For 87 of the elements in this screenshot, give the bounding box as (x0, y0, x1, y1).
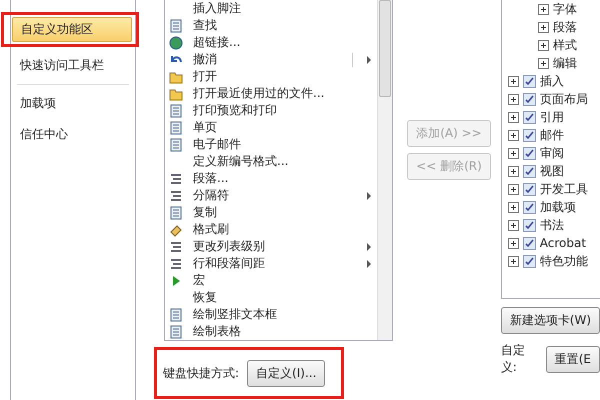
command-item[interactable]: 打开最近使用过的文件... (165, 85, 378, 102)
tree-item[interactable]: 审阅 (502, 144, 600, 162)
scroll-thumb[interactable] (379, 0, 392, 97)
tree-item[interactable]: 特色功能 (502, 252, 600, 270)
command-item[interactable]: 宏 (165, 272, 378, 289)
expand-icon[interactable] (508, 76, 519, 86)
tree-item[interactable]: 页面布局 (502, 90, 600, 108)
list-lines-icon (169, 172, 183, 186)
command-item[interactable]: 更改列表级别 (165, 238, 378, 255)
reset-button[interactable]: 重置(E (546, 346, 600, 372)
tree-item[interactable]: 加载项 (502, 198, 600, 216)
command-item[interactable]: 插入脚注 (165, 0, 378, 17)
tree-item[interactable]: 书法 (502, 216, 600, 234)
expand-icon[interactable] (538, 58, 549, 68)
command-item[interactable]: 复制 (165, 204, 378, 221)
document-icon (169, 324, 183, 338)
command-item[interactable]: 打印预览和打印 (165, 102, 378, 119)
checkbox[interactable] (522, 74, 536, 88)
command-item[interactable]: 撤消 (165, 51, 378, 68)
command-item[interactable]: 段落... (165, 170, 378, 187)
tree-item[interactable]: 样式 (502, 36, 600, 54)
checkbox[interactable] (522, 200, 536, 214)
checkbox[interactable] (522, 128, 536, 142)
expand-icon[interactable] (508, 256, 519, 266)
command-item[interactable]: 单页 (165, 119, 378, 136)
command-item[interactable]: 超链接... (165, 34, 378, 51)
tree-item[interactable]: 引用 (502, 108, 600, 126)
document-icon (169, 206, 183, 220)
expand-icon[interactable] (508, 184, 519, 194)
scrollbar[interactable] (377, 0, 392, 340)
nav-item[interactable]: 快速访问工具栏 (11, 53, 135, 78)
expand-icon[interactable] (508, 94, 519, 104)
document-icon (169, 104, 183, 118)
customize-label: 自定义: (500, 342, 526, 376)
new-tab-button[interactable]: 新建选项卡(W) (500, 307, 600, 334)
list-lines-icon (169, 256, 183, 270)
checkbox[interactable] (522, 218, 536, 232)
expand-icon[interactable] (508, 202, 519, 212)
checkbox[interactable] (522, 146, 536, 160)
tree-item[interactable]: 开发工具 (502, 180, 600, 198)
checkbox[interactable] (522, 182, 536, 196)
folder-icon (169, 86, 183, 100)
list-lines-icon (169, 188, 183, 202)
tree-item[interactable]: 邮件 (502, 126, 600, 144)
tree-item[interactable]: 字体 (502, 0, 600, 18)
expand-icon[interactable] (538, 4, 549, 14)
command-item[interactable]: 分隔符 (165, 187, 378, 204)
command-item[interactable]: 行和段落间距 (165, 255, 378, 272)
expand-icon[interactable] (508, 238, 519, 248)
customize-button[interactable]: 自定义(I)... (247, 360, 326, 386)
document-icon (169, 308, 183, 322)
expand-icon[interactable] (538, 40, 549, 50)
command-item[interactable]: 定义新编号格式... (165, 153, 378, 170)
command-item[interactable]: 恢复 (165, 289, 378, 306)
document-icon (169, 138, 183, 152)
command-item[interactable]: 电子邮件 (165, 136, 378, 153)
expand-icon[interactable] (508, 148, 519, 158)
expand-icon[interactable] (508, 112, 519, 122)
document-icon (169, 120, 183, 134)
command-item[interactable]: 查找 (165, 17, 378, 34)
command-item[interactable]: 绘制表格 (165, 323, 378, 340)
expand-icon[interactable] (508, 166, 519, 176)
expand-icon[interactable] (508, 130, 519, 140)
command-item[interactable]: 打开 (165, 68, 378, 85)
tree-item[interactable]: 视图 (502, 162, 600, 180)
brush-icon (169, 222, 183, 236)
command-item[interactable]: 绘制竖排文本框 (165, 306, 378, 323)
checkbox[interactable] (522, 254, 536, 268)
nav-item[interactable]: 自定义功能区 (12, 17, 132, 42)
checkbox[interactable] (522, 110, 536, 124)
command-item[interactable]: 格式刷 (165, 221, 378, 238)
globe-icon (169, 36, 183, 50)
tree-item[interactable]: 段落 (502, 18, 600, 36)
checkbox[interactable] (522, 164, 536, 178)
tree-item[interactable]: Acrobat (502, 234, 600, 252)
checkbox[interactable] (522, 92, 536, 106)
document-icon (169, 18, 183, 32)
tree-item[interactable]: 插入 (502, 72, 600, 90)
folder-icon (169, 70, 183, 84)
nav-item[interactable]: 加载项 (11, 91, 135, 116)
tree-item[interactable]: 编辑 (502, 54, 600, 72)
list-lines-icon (169, 240, 183, 254)
expand-icon[interactable] (508, 220, 519, 230)
checkbox[interactable] (522, 236, 536, 250)
shortcut-label: 键盘快捷方式: (163, 364, 240, 382)
nav-item[interactable]: 信任中心 (11, 122, 135, 147)
expand-icon[interactable] (538, 22, 549, 32)
